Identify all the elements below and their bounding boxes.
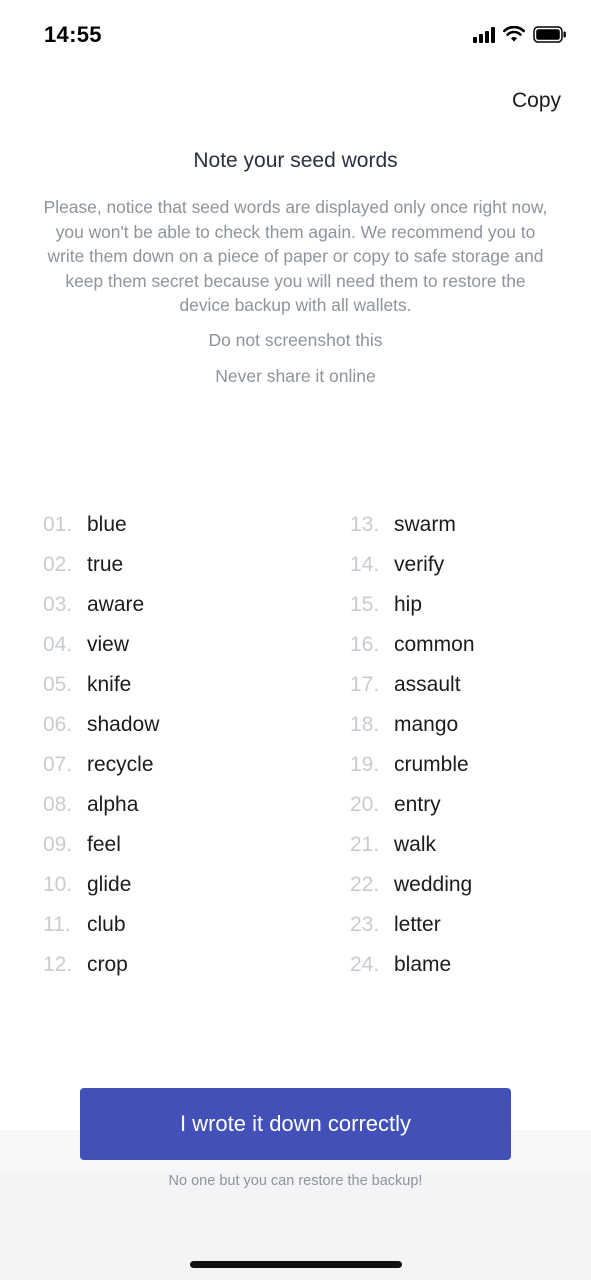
warning-no-screenshot: Do not screenshot this (208, 330, 383, 350)
seed-word-row: 19. crumble (350, 745, 591, 785)
seed-word-row: 22. wedding (350, 865, 591, 905)
seed-word-number: 06. (43, 713, 73, 736)
seed-word-number: 14. (350, 553, 380, 576)
seed-word: wedding (394, 873, 473, 896)
battery-icon (533, 26, 567, 43)
seed-word-row: 23. letter (350, 905, 591, 945)
seed-word-number: 13. (350, 513, 380, 536)
seed-word-number: 03. (43, 593, 73, 616)
seed-word: view (87, 633, 130, 656)
warning-no-share: Never share it online (215, 366, 376, 386)
seed-word: knife (87, 673, 132, 696)
seed-word-row: 13. swarm (350, 505, 591, 545)
status-time: 14:55 (44, 22, 102, 47)
seed-word: feel (87, 833, 121, 856)
seed-word-row: 18. mango (350, 705, 591, 745)
seed-word-row: 07. recycle (43, 745, 303, 785)
seed-word-row: 08. alpha (43, 785, 303, 825)
seed-word-number: 22. (350, 873, 380, 896)
seed-word-row: 05. knife (43, 665, 303, 705)
seed-word: alpha (87, 793, 139, 816)
seed-word-number: 17. (350, 673, 380, 696)
seed-word-number: 18. (350, 713, 380, 736)
seed-word-number: 20. (350, 793, 380, 816)
seed-word-row: 03. aware (43, 585, 303, 625)
seed-word-row: 17. assault (350, 665, 591, 705)
seed-word-number: 19. (350, 753, 380, 776)
home-indicator[interactable] (190, 1261, 402, 1268)
seed-word-number: 05. (43, 673, 73, 696)
signal-icon (473, 26, 495, 43)
seed-word: club (87, 913, 126, 936)
seed-word-row: 14. verify (350, 545, 591, 585)
seed-word-row: 01. blue (43, 505, 303, 545)
seed-word-row: 16. common (350, 625, 591, 665)
seed-word-row: 24. blame (350, 945, 591, 985)
seed-word-number: 16. (350, 633, 380, 656)
seed-word-number: 08. (43, 793, 73, 816)
seed-word: verify (394, 553, 445, 576)
seed-word-number: 02. (43, 553, 73, 576)
seed-word-number: 07. (43, 753, 73, 776)
seed-word: blame (394, 953, 452, 976)
seed-word: aware (87, 593, 145, 616)
seed-word: entry (394, 793, 441, 816)
description-text: Please, notice that seed words are displ… (43, 197, 548, 315)
seed-word-number: 04. (43, 633, 73, 656)
seed-word: crop (87, 953, 128, 976)
copy-button[interactable]: Copy (512, 89, 561, 113)
seed-word-row: 04. view (43, 625, 303, 665)
seed-word: blue (87, 513, 127, 536)
seed-word-row: 15. hip (350, 585, 591, 625)
seed-word-number: 24. (350, 953, 380, 976)
seed-word-row: 10. glide (43, 865, 303, 905)
footnote-text: No one but you can restore the backup! (168, 1173, 423, 1189)
seed-word: true (87, 553, 124, 576)
seed-word-number: 11. (43, 913, 71, 936)
seed-words-right-column: 13. swarm 14. verify 15. hip 16. common 17. a… (350, 505, 591, 985)
seed-words-left-column: 01. blue 02. true 03. aware 04. view 05. knif… (43, 505, 303, 985)
seed-word-number: 23. (350, 913, 380, 936)
seed-word-number: 21. (350, 833, 380, 856)
seed-word-number: 10. (43, 873, 73, 896)
seed-word-row: 02. true (43, 545, 303, 585)
seed-word: crumble (394, 753, 469, 776)
seed-word-row: 09. feel (43, 825, 303, 865)
wifi-icon (503, 26, 525, 43)
seed-word: common (394, 633, 475, 656)
seed-word: walk (394, 833, 437, 856)
seed-word-row: 06. shadow (43, 705, 303, 745)
seed-word-number: 01. (43, 513, 73, 536)
seed-word: shadow (87, 713, 160, 736)
seed-word-number: 15. (350, 593, 380, 616)
seed-word-row: 11. club (43, 905, 303, 945)
seed-word-row: 12. crop (43, 945, 303, 985)
confirm-written-button[interactable]: I wrote it down correctly (80, 1088, 511, 1160)
seed-word: glide (87, 873, 132, 896)
status-icons (473, 26, 567, 43)
seed-word: assault (394, 673, 461, 696)
seed-word-row: 21. walk (350, 825, 591, 865)
seed-word: mango (394, 713, 459, 736)
seed-word: swarm (394, 513, 456, 536)
seed-word: recycle (87, 753, 154, 776)
page-title: Note your seed words (193, 149, 398, 172)
seed-word-number: 09. (43, 833, 73, 856)
seed-word-number: 12. (43, 953, 73, 976)
seed-word: letter (394, 913, 441, 936)
status-bar: 14:55 (0, 0, 591, 70)
seed-word-row: 20. entry (350, 785, 591, 825)
seed-word: hip (394, 593, 423, 616)
